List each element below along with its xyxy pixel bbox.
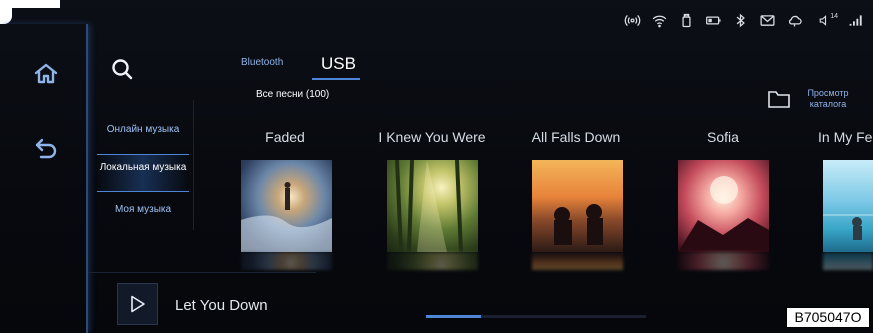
home-button[interactable] (30, 58, 62, 90)
album-cover[interactable] (387, 160, 478, 252)
album-title: All Falls Down (531, 129, 621, 145)
status-bar: 14 (623, 11, 865, 29)
now-playing-title: Let You Down (175, 297, 268, 314)
menu-item-online-music[interactable]: Онлайн музыка (97, 124, 189, 135)
volume-level: 14 (830, 13, 838, 20)
album-reflection (241, 252, 332, 270)
search-icon (112, 59, 133, 80)
all-songs-count[interactable]: Все песни (100) (256, 89, 329, 100)
album-title: Sofia (707, 129, 739, 145)
browse-catalog-button[interactable]: Просмотр каталога (767, 88, 853, 110)
album-reflection (823, 252, 873, 270)
back-icon (35, 138, 57, 159)
play-icon (130, 295, 145, 313)
media-screen: 14 Онлайн музыка Локальная музыка Моя му… (0, 0, 873, 333)
album-cover[interactable] (678, 160, 769, 252)
album-reflection (387, 252, 478, 270)
album-reflection (678, 252, 769, 270)
folder-icon (768, 91, 790, 108)
browse-catalog-label: Просмотр каталога (807, 88, 849, 109)
usb-icon (677, 11, 695, 29)
signal-icon (847, 11, 865, 29)
tab-usb[interactable]: USB (321, 54, 356, 74)
album-cover[interactable] (823, 160, 873, 252)
album-title: I Knew You Were (378, 129, 486, 145)
mail-icon (758, 11, 776, 29)
volume-icon: 14 (812, 11, 838, 29)
home-icon (34, 63, 58, 84)
tab-bluetooth[interactable]: Bluetooth (241, 57, 283, 68)
album-title: In My Fe (818, 129, 873, 145)
album-cover[interactable] (241, 160, 332, 252)
menu-item-my-music[interactable]: Моя музыка (97, 204, 189, 215)
album-title: Faded (265, 129, 305, 145)
tab-selected-indicator (312, 78, 360, 80)
menu-item-local-music[interactable]: Локальная музыка (97, 154, 189, 192)
left-rail (0, 24, 88, 333)
cloud-icon (785, 11, 803, 29)
search-button[interactable] (110, 57, 136, 83)
back-button[interactable] (30, 132, 62, 164)
bluetooth-icon (731, 11, 749, 29)
screen-corner-curve (0, 8, 12, 24)
carousel-scroll-thumb[interactable] (426, 315, 481, 318)
menu-divider (193, 100, 194, 230)
screen-corner (0, 0, 60, 8)
carousel-scrollbar[interactable] (426, 315, 646, 318)
reference-code: B705047O (786, 307, 870, 328)
play-button[interactable] (117, 283, 158, 325)
hotspot-icon (623, 11, 641, 29)
wifi-icon (650, 11, 668, 29)
album-cover[interactable] (532, 160, 623, 252)
album-reflection (532, 252, 623, 270)
now-playing-divider (88, 272, 316, 273)
battery-icon (704, 11, 722, 29)
